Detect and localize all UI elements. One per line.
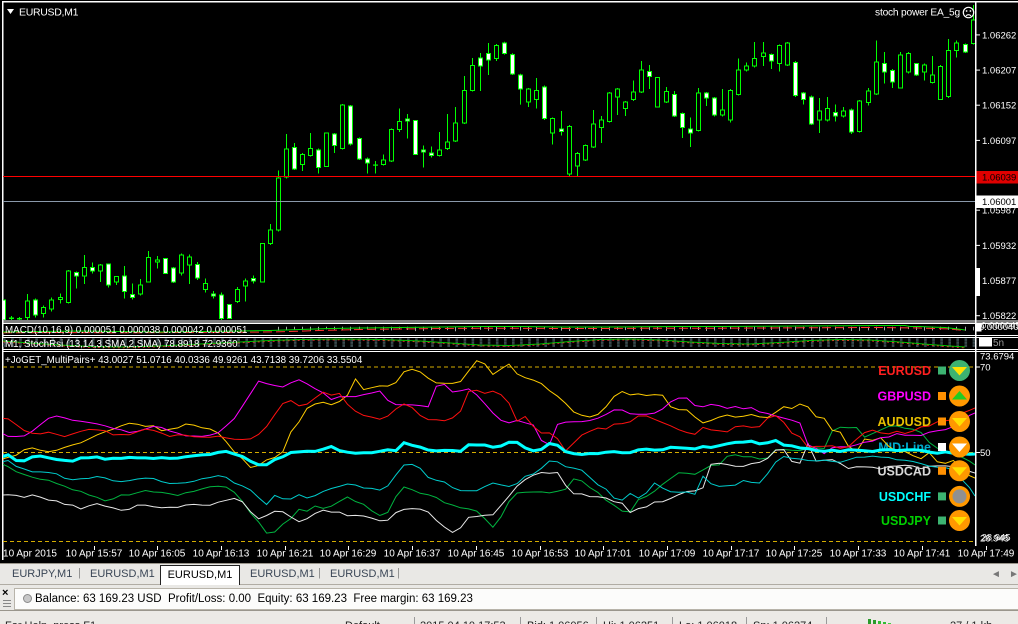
svg-text:1.06207: 1.06207 <box>982 66 1016 77</box>
svg-text:USDCHF: USDCHF <box>879 490 931 504</box>
svg-text:10 Apr 16:45: 10 Apr 16:45 <box>448 549 505 560</box>
svg-text:10 Apr 17:41: 10 Apr 17:41 <box>894 549 951 560</box>
svg-text:AUDUSD: AUDUSD <box>878 415 931 429</box>
svg-text:10 Apr 16:29: 10 Apr 16:29 <box>320 549 377 560</box>
svg-text:1.06097: 1.06097 <box>982 136 1016 147</box>
svg-text:10 Apr 2015: 10 Apr 2015 <box>3 549 57 560</box>
svg-text:10 Apr 16:21: 10 Apr 16:21 <box>257 549 314 560</box>
svg-text:10 Apr 17:25: 10 Apr 17:25 <box>766 549 823 560</box>
svg-text:10 Apr 17:09: 10 Apr 17:09 <box>639 549 696 560</box>
svg-text:GBPUSD: GBPUSD <box>878 390 931 404</box>
svg-text:stoch power EA_5g: stoch power EA_5g <box>875 8 960 19</box>
svg-text:10 Apr 17:17: 10 Apr 17:17 <box>703 549 760 560</box>
svg-text:10 Apr 15:57: 10 Apr 15:57 <box>66 549 123 560</box>
svg-text:1.06152: 1.06152 <box>982 101 1016 112</box>
svg-text:1.06039: 1.06039 <box>982 173 1016 184</box>
svg-text:USDCAD: USDCAD <box>878 464 931 478</box>
svg-text:70: 70 <box>980 363 991 374</box>
svg-text:50: 50 <box>980 448 991 459</box>
svg-text:EURUSD,M1: EURUSD,M1 <box>19 7 79 19</box>
svg-text:M1, StochRsi (13,14,3,SMA,2,SM: M1, StochRsi (13,14,3,SMA,2,SMA) 78.8918… <box>5 339 238 350</box>
svg-text:10 Apr 17:01: 10 Apr 17:01 <box>575 549 632 560</box>
svg-text:USDJPY: USDJPY <box>881 514 932 528</box>
svg-text:0.000045: 0.000045 <box>981 321 1018 332</box>
svg-text:10 Apr 17:49: 10 Apr 17:49 <box>958 549 1015 560</box>
svg-text:EURUSD: EURUSD <box>878 364 931 378</box>
svg-text:1.05877: 1.05877 <box>982 276 1016 287</box>
svg-text:73.6794: 73.6794 <box>980 352 1014 363</box>
svg-text:28.945: 28.945 <box>982 533 1011 544</box>
svg-text:1.06262: 1.06262 <box>982 30 1016 41</box>
svg-text:MACD(10,16,9) 0.000051 0.00003: MACD(10,16,9) 0.000051 0.000038 0.000042… <box>5 325 247 336</box>
svg-text:10 Apr 16:13: 10 Apr 16:13 <box>193 549 250 560</box>
svg-text:1.05932: 1.05932 <box>982 241 1016 252</box>
svg-text:+JoGET_MultiPairs+ 43.0027 51.: +JoGET_MultiPairs+ 43.0027 51.0716 40.03… <box>5 355 363 366</box>
svg-text:10 Apr 16:05: 10 Apr 16:05 <box>129 549 186 560</box>
svg-text:1.06001: 1.06001 <box>982 197 1016 208</box>
svg-text:10 Apr 16:37: 10 Apr 16:37 <box>384 549 441 560</box>
svg-text:5n: 5n <box>993 338 1004 349</box>
svg-text:10 Apr 17:33: 10 Apr 17:33 <box>830 549 887 560</box>
svg-text:10 Apr 16:53: 10 Apr 16:53 <box>512 549 569 560</box>
